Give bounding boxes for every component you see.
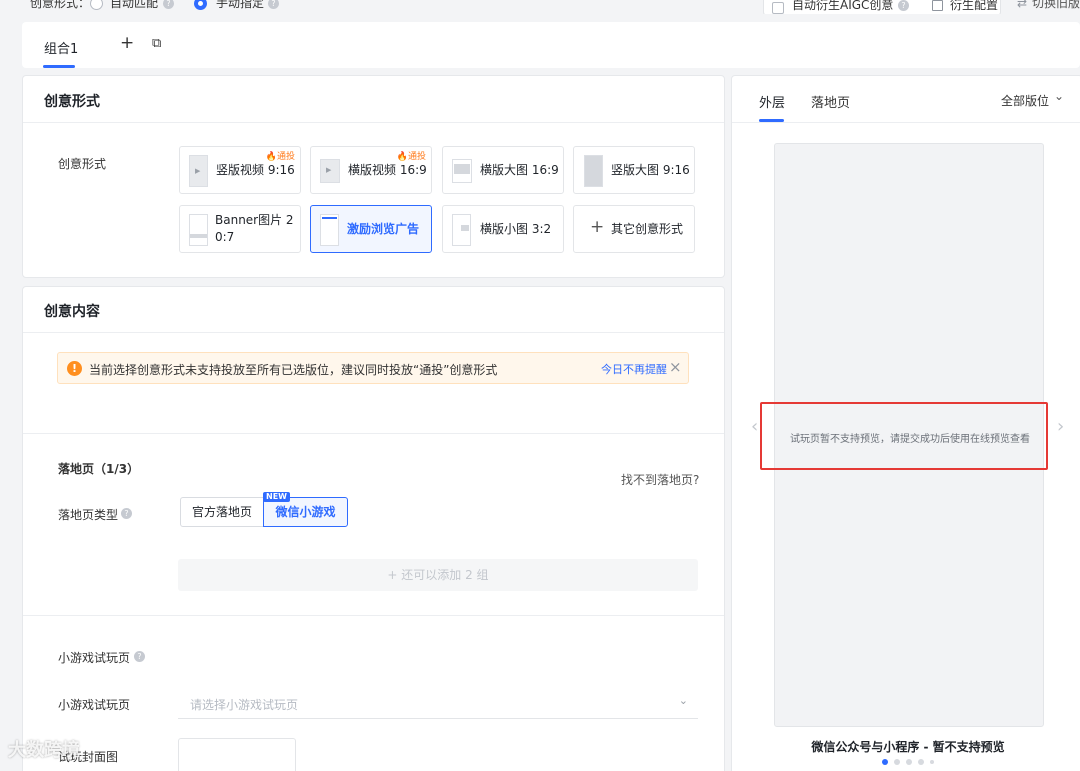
aigc-checkbox[interactable]: [772, 2, 784, 14]
new-badge: NEW: [263, 492, 290, 502]
format-item-label: 横版视频 16:9: [348, 163, 427, 177]
copy-group-icon[interactable]: ⧉: [152, 36, 161, 51]
format-incentive-browse[interactable]: 激励浏览广告: [310, 205, 432, 253]
format-item-label: 横版大图 16:9: [480, 163, 559, 177]
mode-label: 创意形式：: [30, 0, 91, 10]
alert-text: 当前选择创意形式未支持投放至所有已选版位，建议同时投放“通投”创意形式: [89, 363, 498, 377]
radio-manual[interactable]: [194, 0, 207, 10]
play-icon: ▶: [326, 166, 332, 174]
segment-official-landing[interactable]: 官方落地页: [180, 497, 264, 527]
prev-arrow-icon[interactable]: ‹: [751, 416, 758, 437]
format-vertical-video[interactable]: ▶ 竖版视频 9:16 🔥通投: [179, 146, 301, 194]
landing-page-title: 落地页（1/3）: [58, 462, 140, 476]
plus-icon: +: [590, 217, 605, 237]
switch-icon: ⇄: [1017, 0, 1028, 10]
page-dot[interactable]: [906, 759, 912, 765]
format-small-image[interactable]: 横版小图 3:2: [442, 205, 564, 253]
preview-panel: 外层 落地页 全部版位 ⌄ 试玩页暂不支持预览，请提交成功后使用在线预览查看 ‹…: [731, 75, 1080, 771]
format-item-label: 其它创意形式: [611, 222, 684, 236]
config-icon: [932, 0, 943, 11]
option-auto-label[interactable]: 自动匹配: [110, 0, 158, 10]
format-banner[interactable]: Banner图片 20:7: [179, 205, 301, 253]
dismiss-today-link[interactable]: 今日不再提醒: [601, 361, 667, 377]
trial-page-placeholder: 请选择小游戏试玩页: [190, 698, 299, 712]
banner-strip-icon: [190, 234, 207, 238]
page-dot[interactable]: [894, 759, 900, 765]
format-item-label: 横版小图 3:2: [480, 222, 552, 236]
preview-caption: 微信公众号与小程序 - 暂不支持预览: [811, 740, 1005, 754]
vertical-image-thumb-icon: [584, 155, 603, 187]
landing-help-link[interactable]: 找不到落地页?: [621, 471, 699, 488]
format-warning-alert: ! 当前选择创意形式未支持投放至所有已选版位，建议同时投放“通投”创意形式 今日…: [57, 352, 689, 384]
tab-outer[interactable]: 外层: [759, 92, 785, 111]
page-dot[interactable]: [918, 759, 924, 765]
divider: [23, 433, 724, 434]
landing-type-label: 落地页类型: [58, 508, 119, 522]
divider: [732, 122, 1080, 123]
placement-select[interactable]: 全部版位: [1001, 92, 1049, 109]
content-card: 创意内容 ! 当前选择创意形式未支持投放至所有已选版位，建议同时投放“通投”创意…: [22, 286, 725, 771]
incentive-bar-icon: [322, 217, 337, 219]
next-arrow-icon[interactable]: ›: [1057, 416, 1064, 437]
divider: [23, 332, 724, 333]
add-group-icon[interactable]: +: [120, 33, 134, 53]
help-icon[interactable]: ?: [121, 508, 132, 519]
help-icon[interactable]: ?: [898, 0, 909, 11]
tab-landing[interactable]: 落地页: [811, 92, 850, 111]
small-image-block-icon: [461, 225, 469, 231]
thumb-upload-box[interactable]: [178, 738, 296, 771]
divider: [23, 615, 724, 616]
format-horizontal-image[interactable]: 横版大图 16:9: [442, 146, 564, 194]
tab-active-indicator: [43, 65, 75, 68]
divider: [23, 122, 724, 123]
play-icon: ▶: [195, 167, 201, 175]
watermark: 大数跨境: [8, 740, 80, 761]
derive-config-button[interactable]: 衍生配置: [950, 0, 998, 12]
chevron-down-icon: ⌄: [678, 694, 688, 707]
add-more-group-button[interactable]: + 还可以添加 2 组: [178, 559, 698, 591]
content-card-title: 创意内容: [44, 304, 100, 320]
help-icon[interactable]: ?: [134, 651, 145, 662]
chevron-down-icon[interactable]: ⌄: [1054, 89, 1064, 103]
page-dot[interactable]: [882, 759, 888, 765]
trial-page-select[interactable]: 请选择小游戏试玩页 ⌄: [178, 687, 698, 719]
format-item-label: 激励浏览广告: [347, 222, 420, 236]
aigc-toolbar: 自动衍生AIGC创意 ? 衍生配置: [763, 0, 1001, 14]
format-label: 创意形式: [58, 157, 107, 171]
group-tab-bar: 组合1 + ⧉: [22, 22, 1080, 68]
radio-auto[interactable]: [90, 0, 103, 10]
format-item-label: 竖版视频 9:16: [216, 163, 295, 177]
format-vertical-image[interactable]: 竖版大图 9:16: [573, 146, 695, 194]
highlight-box: [760, 402, 1048, 470]
aigc-label[interactable]: 自动衍生AIGC创意: [792, 0, 893, 12]
switch-old-button[interactable]: 切换旧版: [1032, 0, 1080, 10]
format-horizontal-video[interactable]: ▶ 横版视频 16:9 🔥通投: [310, 146, 432, 194]
tab-group-1[interactable]: 组合1: [44, 38, 78, 57]
hot-badge: 🔥通投: [265, 152, 295, 162]
help-icon[interactable]: ?: [163, 0, 174, 9]
option-manual-label[interactable]: 手动指定: [216, 0, 264, 10]
format-card: 创意形式 创意形式 ▶ 竖版视频 9:16 🔥通投 ▶ 横版视频 16:9 🔥通…: [22, 75, 725, 278]
hot-badge: 🔥通投: [396, 152, 426, 162]
banner-thumb-icon: [189, 214, 208, 246]
trial-page-title: 小游戏试玩页: [58, 651, 131, 665]
help-icon[interactable]: ?: [268, 0, 279, 9]
close-icon[interactable]: ×: [669, 358, 682, 376]
format-item-label: Banner图片 20:7: [215, 213, 294, 244]
image-block-icon: [454, 164, 470, 174]
trial-page-label: 小游戏试玩页: [58, 698, 131, 712]
page-dot[interactable]: [930, 760, 934, 764]
format-other[interactable]: + 其它创意形式: [573, 205, 695, 253]
top-options-bar: 创意形式： 自动匹配 ? 手动指定 ? 自动衍生AIGC创意 ? 衍生配置 ⇄ …: [0, 0, 1080, 14]
format-card-title: 创意形式: [44, 94, 100, 110]
format-item-label: 竖版大图 9:16: [611, 163, 690, 177]
warning-icon: !: [67, 361, 82, 376]
